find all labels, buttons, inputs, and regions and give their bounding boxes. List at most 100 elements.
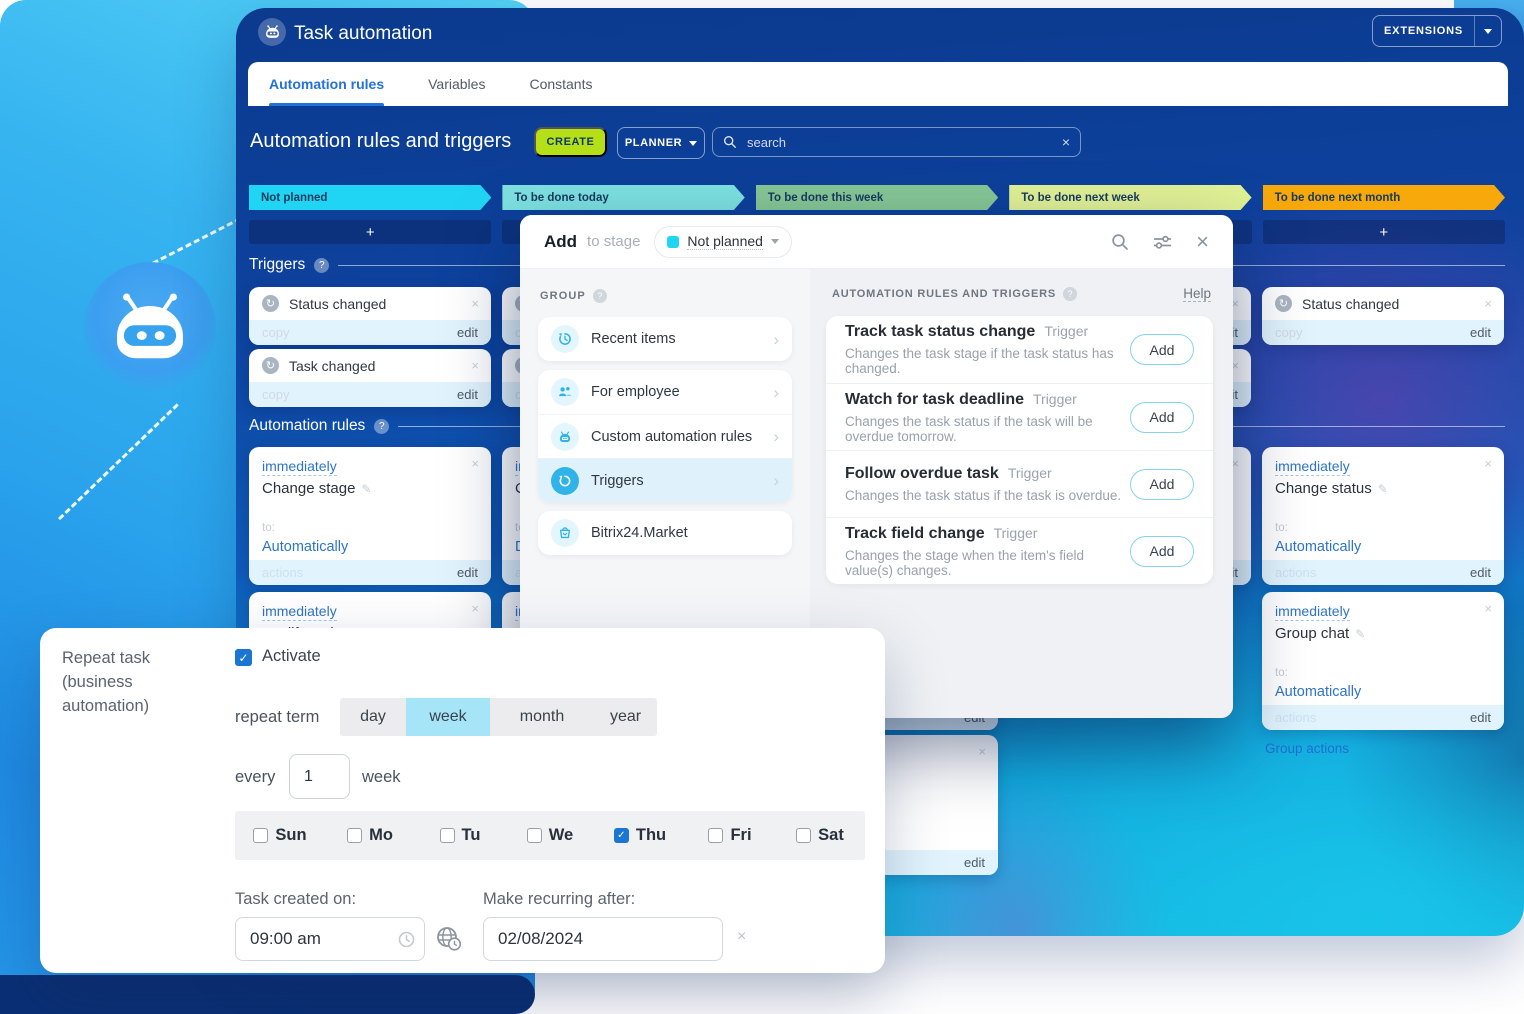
- group-item-for-employee[interactable]: For employee ›: [538, 370, 792, 414]
- actions-link[interactable]: actions: [262, 565, 303, 580]
- add-trigger-button[interactable]: Add: [1130, 334, 1194, 365]
- extensions-button[interactable]: EXTENSIONS: [1372, 15, 1502, 47]
- group-item-bitrix24-market[interactable]: Bitrix24.Market: [538, 511, 792, 555]
- rule-when-link[interactable]: immediately: [1275, 603, 1350, 621]
- chevron-down-icon: [771, 239, 779, 244]
- activate-checkbox[interactable]: ✓: [235, 649, 252, 666]
- weekday-we[interactable]: We: [505, 826, 595, 845]
- remove-icon[interactable]: ×: [1484, 602, 1492, 615]
- edit-pencil-icon[interactable]: ✎: [361, 482, 371, 496]
- copy-link[interactable]: copy: [262, 387, 289, 402]
- clear-date-icon[interactable]: ×: [737, 928, 746, 946]
- remove-icon[interactable]: ×: [471, 602, 479, 615]
- search-input[interactable]: [745, 134, 1054, 151]
- help-icon[interactable]: ?: [314, 258, 329, 273]
- term-week[interactable]: week: [406, 698, 490, 736]
- edit-link[interactable]: edit: [457, 325, 478, 340]
- weekday-fri[interactable]: Fri: [685, 826, 775, 845]
- clock-icon[interactable]: [398, 931, 415, 948]
- remove-icon[interactable]: ×: [471, 457, 479, 470]
- every-input[interactable]: [289, 754, 350, 799]
- tab-automation-rules[interactable]: Automation rules: [269, 62, 384, 106]
- term-day[interactable]: day: [340, 698, 406, 736]
- stage-to-be-done-next-month[interactable]: To be done next month: [1263, 185, 1505, 210]
- tab-strip: Automation rules Variables Constants: [248, 62, 1508, 106]
- checkbox-checked[interactable]: ✓: [614, 828, 629, 843]
- remove-icon[interactable]: ×: [471, 297, 479, 310]
- group-item-recent-items[interactable]: Recent items ›: [538, 317, 792, 361]
- remove-icon[interactable]: ×: [1484, 457, 1492, 470]
- remove-icon[interactable]: ×: [978, 745, 986, 758]
- edit-link[interactable]: edit: [457, 387, 478, 402]
- checkbox[interactable]: [253, 828, 268, 843]
- checkbox[interactable]: [347, 828, 362, 843]
- rule-when-link[interactable]: immediately: [262, 458, 337, 476]
- filter-sliders-icon[interactable]: [1153, 233, 1172, 251]
- checkbox[interactable]: [708, 828, 723, 843]
- add-button[interactable]: +: [1263, 220, 1505, 244]
- rule-value-link[interactable]: Automatically: [262, 539, 348, 555]
- remove-icon[interactable]: ×: [471, 359, 479, 372]
- remove-icon[interactable]: ×: [1484, 297, 1492, 310]
- stage-to-be-done-this-week[interactable]: To be done this week: [756, 185, 998, 210]
- rule-value-link[interactable]: Automatically: [1275, 684, 1361, 700]
- weekday-sun[interactable]: Sun: [235, 826, 325, 845]
- add-button[interactable]: +: [249, 220, 491, 244]
- group-item-triggers[interactable]: Triggers ›: [538, 458, 792, 502]
- checkbox[interactable]: [527, 828, 542, 843]
- people-icon: [551, 378, 579, 406]
- weekday-tu[interactable]: Tu: [415, 826, 505, 845]
- term-year[interactable]: year: [594, 698, 657, 736]
- rule-value-link[interactable]: Automatically: [1275, 539, 1361, 555]
- trigger-icon: ↻: [262, 357, 279, 374]
- stage-to-be-done-next-week[interactable]: To be done next week: [1009, 185, 1251, 210]
- add-trigger-button[interactable]: Add: [1130, 402, 1194, 433]
- task-created-time-input[interactable]: [235, 917, 425, 961]
- help-icon[interactable]: ?: [593, 289, 607, 303]
- trigger-card[interactable]: ↻ Status changed × copyedit: [249, 287, 491, 345]
- edit-pencil-icon[interactable]: ✎: [1355, 627, 1365, 641]
- weekday-mo[interactable]: Mo: [325, 826, 415, 845]
- edit-pencil-icon[interactable]: ✎: [1378, 482, 1388, 496]
- weekday-thu[interactable]: ✓Thu: [595, 826, 685, 845]
- rule-when-link[interactable]: immediately: [1275, 458, 1350, 476]
- checkbox[interactable]: [440, 828, 455, 843]
- add-trigger-button[interactable]: Add: [1130, 536, 1194, 567]
- weekday-sat[interactable]: Sat: [775, 826, 865, 845]
- planner-button[interactable]: PLANNER: [617, 127, 705, 159]
- tab-constants[interactable]: Constants: [529, 62, 592, 106]
- term-month[interactable]: month: [490, 698, 594, 736]
- chevron-down-icon[interactable]: [1475, 29, 1501, 34]
- close-icon[interactable]: ×: [1196, 231, 1209, 253]
- copy-link[interactable]: copy: [262, 325, 289, 340]
- group-actions-link[interactable]: Group actions: [1265, 741, 1349, 756]
- timezone-globe-icon[interactable]: [434, 924, 462, 952]
- rule-card[interactable]: × immediately Change status✎ to: Automat…: [1262, 447, 1504, 585]
- group-item-custom-automation-rules[interactable]: Custom automation rules ›: [538, 414, 792, 458]
- search-box[interactable]: ×: [712, 127, 1081, 157]
- tab-variables[interactable]: Variables: [428, 62, 485, 106]
- trigger-card[interactable]: ↻ Status changed × copyedit: [1262, 287, 1504, 345]
- stage-selector[interactable]: Not planned: [654, 226, 792, 258]
- create-button[interactable]: CREATE: [534, 127, 607, 157]
- search-icon[interactable]: [1111, 233, 1129, 251]
- trigger-card[interactable]: ↻ Task changed × copyedit: [249, 349, 491, 407]
- stage-color-swatch: [667, 236, 679, 248]
- help-icon[interactable]: ?: [1063, 287, 1077, 301]
- clear-search-icon[interactable]: ×: [1062, 134, 1070, 150]
- add-trigger-button[interactable]: Add: [1130, 469, 1194, 500]
- rule-card[interactable]: × immediately Change stage✎ to: Automati…: [249, 447, 491, 585]
- edit-link[interactable]: edit: [1470, 325, 1491, 340]
- robot-icon: [551, 423, 579, 451]
- rule-card[interactable]: × immediately Group chat✎ to: Automatica…: [1262, 592, 1504, 730]
- stage-to-be-done-today[interactable]: To be done today: [502, 185, 744, 210]
- help-icon[interactable]: ?: [374, 419, 389, 434]
- checkbox[interactable]: [796, 828, 811, 843]
- edit-link[interactable]: edit: [457, 565, 478, 580]
- recurring-date-input[interactable]: [483, 917, 723, 961]
- copy-link[interactable]: copy: [1275, 325, 1302, 340]
- stage-not-planned[interactable]: Not planned: [249, 185, 491, 210]
- rule-when-link[interactable]: immediately: [262, 603, 337, 621]
- help-link[interactable]: Help: [1183, 286, 1211, 302]
- page-title: Automation rules and triggers: [250, 130, 511, 153]
